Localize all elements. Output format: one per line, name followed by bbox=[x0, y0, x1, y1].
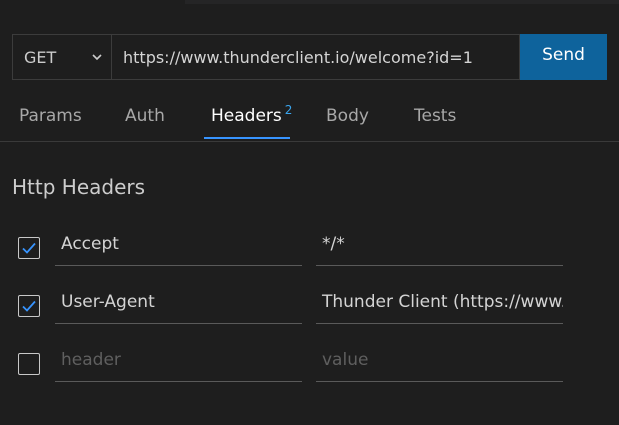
header-enabled-checkbox[interactable] bbox=[18, 353, 40, 375]
header-key-value: User-Agent bbox=[61, 292, 155, 312]
url-input-value: https://www.thunderclient.io/welcome?id=… bbox=[123, 47, 473, 67]
header-key-placeholder: header bbox=[61, 350, 121, 370]
header-row: User-Agent Thunder Client (https://www.t… bbox=[0, 286, 619, 326]
editor-top-strip bbox=[185, 0, 619, 4]
tab-auth[interactable]: Auth bbox=[125, 106, 165, 126]
tab-label: Auth bbox=[125, 106, 165, 126]
header-row: Accept */* bbox=[0, 228, 619, 268]
header-value-value: */* bbox=[322, 234, 345, 254]
send-button[interactable]: Send bbox=[520, 34, 607, 80]
tab-label: Params bbox=[19, 106, 82, 126]
tab-params[interactable]: Params bbox=[19, 106, 82, 126]
checkmark-icon bbox=[22, 300, 36, 312]
tab-count-badge: 2 bbox=[284, 103, 293, 117]
method-select-value: GET bbox=[24, 47, 57, 67]
new-header-row: header value bbox=[0, 344, 619, 384]
tab-label: Headers bbox=[211, 106, 282, 126]
method-select[interactable]: GET bbox=[12, 34, 112, 80]
section-title: Http Headers bbox=[12, 175, 146, 199]
tab-label: Body bbox=[326, 106, 369, 126]
checkmark-icon bbox=[22, 242, 36, 254]
header-key-value: Accept bbox=[61, 234, 119, 254]
tab-headers[interactable]: Headers 2 bbox=[211, 103, 293, 126]
header-value-input[interactable]: value bbox=[316, 344, 563, 382]
request-tabs: Params Auth Headers 2 Body Tests bbox=[0, 96, 619, 142]
header-enabled-checkbox[interactable] bbox=[18, 237, 40, 259]
header-key-input[interactable]: header bbox=[55, 344, 302, 382]
header-value-input[interactable]: */* bbox=[316, 228, 563, 266]
header-key-input[interactable]: User-Agent bbox=[55, 286, 302, 324]
tab-body[interactable]: Body bbox=[326, 106, 369, 126]
header-value-placeholder: value bbox=[322, 350, 369, 370]
tab-tests[interactable]: Tests bbox=[414, 106, 456, 126]
header-enabled-checkbox[interactable] bbox=[18, 295, 40, 317]
chevron-down-icon bbox=[92, 54, 102, 61]
header-value-input[interactable]: Thunder Client (https://www.thunderclien… bbox=[316, 286, 563, 324]
url-input[interactable]: https://www.thunderclient.io/welcome?id=… bbox=[112, 34, 520, 80]
header-key-input[interactable]: Accept bbox=[55, 228, 302, 266]
tab-label: Tests bbox=[414, 106, 457, 126]
active-tab-indicator bbox=[204, 137, 290, 139]
header-value-value: Thunder Client (https://www.thunderclien… bbox=[322, 292, 563, 312]
